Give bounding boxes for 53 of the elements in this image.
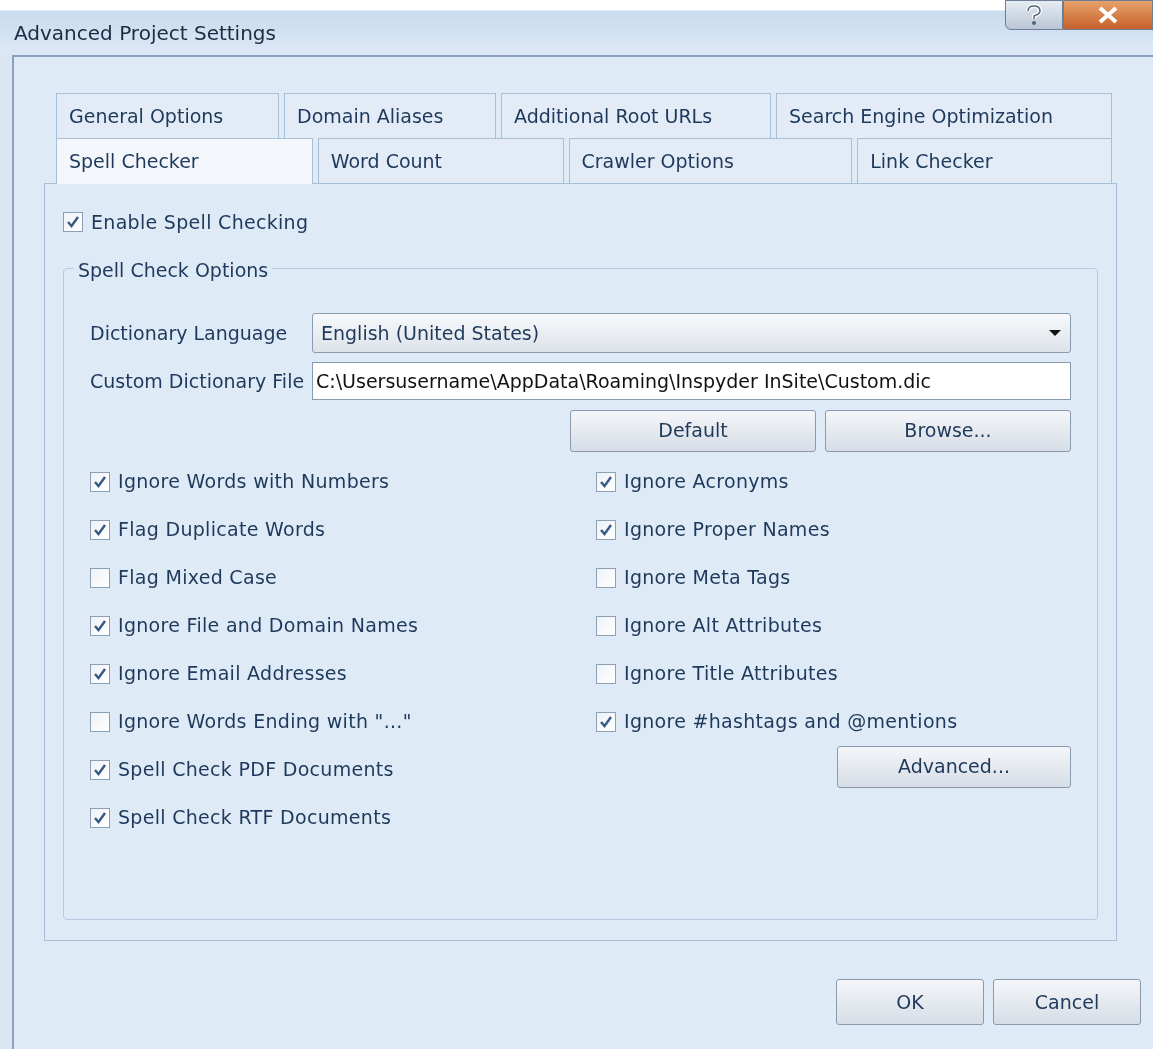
close-button[interactable] (1063, 0, 1153, 30)
tab[interactable]: Spell Checker (56, 138, 313, 184)
checkbox[interactable] (90, 471, 110, 492)
checkbox[interactable] (596, 711, 616, 732)
dialog-button[interactable]: Cancel (993, 979, 1141, 1025)
help-button[interactable] (1005, 0, 1063, 30)
checkbox[interactable] (90, 759, 110, 780)
checkbox[interactable] (596, 471, 616, 492)
tab[interactable]: Additional Root URLs (501, 93, 771, 138)
tab[interactable]: Domain Aliases (284, 93, 496, 138)
checkbox[interactable] (63, 212, 83, 232)
checkbox-label: Ignore Words Ending with "..." (118, 709, 412, 735)
button[interactable]: Browse... (825, 409, 1071, 452)
close-icon (1097, 6, 1119, 24)
checkbox-label: Ignore Acronyms (624, 469, 789, 495)
checkbox-label: Ignore Words with Numbers (118, 469, 390, 495)
window-title: Advanced Project Settings (14, 19, 276, 47)
checkbox[interactable] (90, 807, 110, 828)
field-label: Dictionary Language (90, 320, 289, 346)
checkbox[interactable] (596, 567, 616, 588)
checkbox-label: Ignore #hashtags and @mentions (624, 709, 958, 735)
language-dropdown[interactable]: English (United States) (312, 313, 1071, 353)
checkbox-label: Flag Duplicate Words (118, 517, 326, 543)
input-field[interactable]: C:\Usersusername\AppData\Roaming\Inspyder InSite\Custom.dic (312, 362, 1071, 400)
tab[interactable]: Crawler Options (568, 138, 853, 183)
tab[interactable]: Search Engine Optimization (776, 93, 1112, 138)
tab[interactable]: Word Count (317, 138, 564, 183)
checkbox[interactable] (90, 711, 110, 732)
checkbox[interactable] (90, 615, 110, 636)
checkbox-label: Spell Check RTF Documents (118, 805, 392, 831)
checkbox-label: Flag Mixed Case (118, 565, 278, 591)
checkbox-label: Ignore Title Attributes (624, 661, 838, 687)
checkbox-label: Spell Check PDF Documents (118, 757, 394, 783)
tab[interactable]: General Options (56, 93, 279, 138)
checkbox[interactable] (90, 663, 110, 684)
checkbox-label: Ignore Alt Attributes (624, 613, 823, 639)
checkbox[interactable] (90, 519, 110, 540)
checkbox[interactable] (90, 567, 110, 588)
checkbox-label: Ignore Meta Tags (624, 565, 791, 591)
help-icon (1025, 4, 1043, 26)
button[interactable]: Default (570, 409, 816, 452)
caret-icon (1048, 329, 1062, 337)
field-label: Custom Dictionary File (90, 368, 302, 394)
checkbox-label: Ignore Email Addresses (118, 661, 348, 687)
checkbox-label: Ignore Proper Names (624, 517, 830, 543)
checkbox[interactable] (596, 615, 616, 636)
dialog-button[interactable]: OK (836, 979, 984, 1025)
checkbox[interactable] (596, 663, 616, 684)
advanced-button[interactable]: Advanced... (837, 745, 1071, 788)
checkbox-label: Enable Spell Checking (91, 209, 309, 235)
checkbox-label: Ignore File and Domain Names (118, 613, 419, 639)
checkbox[interactable] (596, 519, 616, 540)
tab[interactable]: Link Checker (857, 138, 1112, 183)
